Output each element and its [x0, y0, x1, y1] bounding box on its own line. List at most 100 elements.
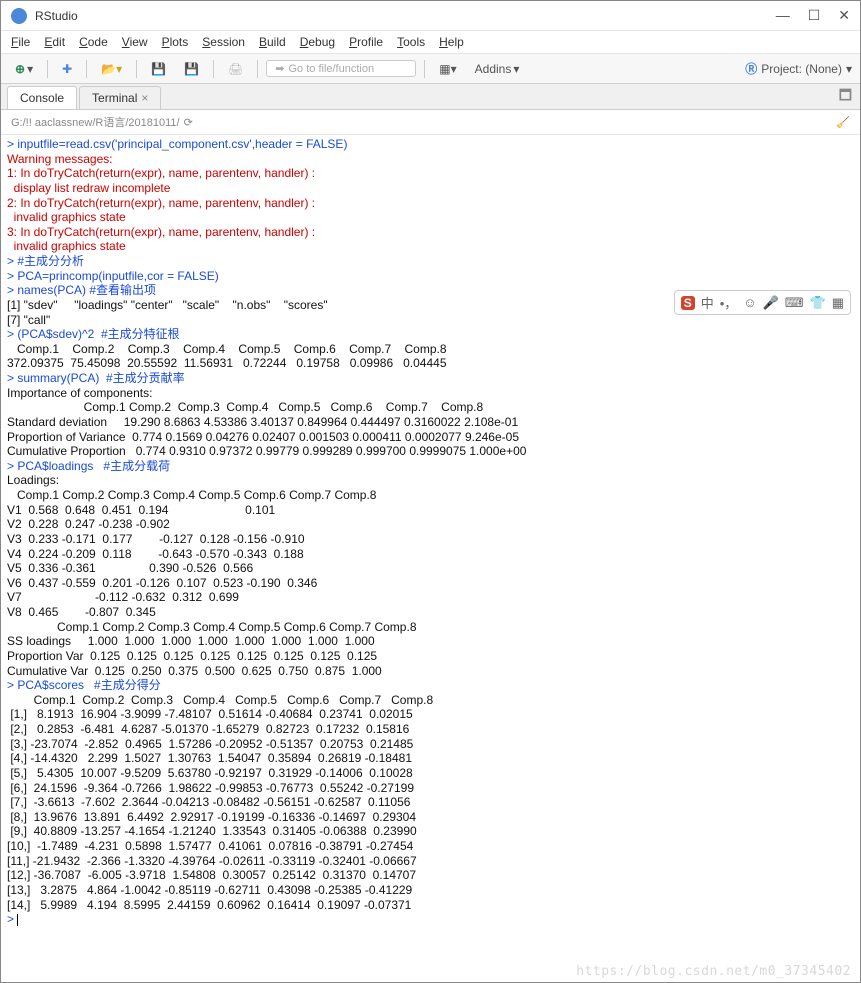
panel-tabs: Console Terminal× 🗖: [1, 84, 860, 110]
console-line: Proportion Var 0.125 0.125 0.125 0.125 0…: [7, 649, 854, 664]
console-line: > (PCA$sdev)^2 #主成分特征根: [7, 327, 854, 342]
console-line: [9,] 40.8809 -13.257 -4.1654 -1.21240 1.…: [7, 824, 854, 839]
ime-mic-icon[interactable]: 🎤: [763, 295, 779, 311]
console-line: Comp.1 Comp.2 Comp.3 Comp.4 Comp.5 Comp.…: [7, 693, 854, 708]
menu-session[interactable]: Session: [202, 35, 245, 49]
save-all-button[interactable]: 💾: [178, 60, 205, 78]
save-button[interactable]: 💾: [145, 60, 172, 78]
new-project-button[interactable]: ✚: [56, 60, 78, 78]
console-line: [13,] 3.2875 4.864 -1.0042 -0.85119 -0.6…: [7, 883, 854, 898]
divider: [213, 60, 214, 78]
open-button[interactable]: 📂▾: [95, 60, 128, 78]
console-line: display list redraw incomplete: [7, 181, 854, 196]
menu-edit[interactable]: Edit: [44, 35, 65, 49]
pane-maximize-icon[interactable]: 🗖: [839, 85, 852, 109]
print-button[interactable]: 🖨: [222, 60, 249, 78]
menu-code[interactable]: Code: [79, 35, 108, 49]
tab-terminal[interactable]: Terminal×: [79, 86, 161, 109]
maximize-button[interactable]: ☐: [808, 7, 821, 24]
sogou-icon: S: [681, 296, 695, 310]
console-line: 3: In doTryCatch(return(expr), name, par…: [7, 225, 854, 240]
console-line: > #主成分分析: [7, 254, 854, 269]
console-line: Cumulative Var 0.125 0.250 0.375 0.500 0…: [7, 664, 854, 679]
console-line: [6,] 24.1596 -9.364 -0.7266 1.98622 -0.9…: [7, 781, 854, 796]
console-line: Cumulative Proportion 0.774 0.9310 0.973…: [7, 444, 854, 459]
console-line: [5,] 5.4305 10.007 -9.5209 5.63780 -0.92…: [7, 766, 854, 781]
menu-help[interactable]: Help: [439, 35, 464, 49]
menu-plots[interactable]: Plots: [162, 35, 189, 49]
menu-debug[interactable]: Debug: [300, 35, 335, 49]
console-line: > PCA$scores #主成分得分: [7, 678, 854, 693]
console-line: [14,] 5.9989 4.194 8.5995 2.44159 0.6096…: [7, 898, 854, 913]
console-line: V7 -0.112 -0.632 0.312 0.699: [7, 590, 854, 605]
tab-console[interactable]: Console: [7, 86, 77, 109]
goto-placeholder: Go to file/function: [288, 63, 374, 75]
divider: [257, 60, 258, 78]
console-output[interactable]: > inputfile=read.csv('principal_componen…: [1, 135, 860, 933]
r-icon: Ⓡ: [745, 60, 757, 77]
console-line: Comp.1 Comp.2 Comp.3 Comp.4 Comp.5 Comp.…: [7, 342, 854, 357]
console-line: SS loadings 1.000 1.000 1.000 1.000 1.00…: [7, 634, 854, 649]
ime-grid-icon[interactable]: ▦: [832, 295, 844, 311]
ime-lang[interactable]: 中: [701, 293, 714, 312]
console-line: V8 0.465 -0.807 0.345: [7, 605, 854, 620]
project-menu[interactable]: Ⓡ Project: (None) ▾: [745, 60, 852, 77]
menu-view[interactable]: View: [122, 35, 148, 49]
menu-file[interactable]: File: [11, 35, 30, 49]
divider: [86, 60, 87, 78]
console-line: [8,] 13.9676 13.891 6.4492 2.92917 -0.19…: [7, 810, 854, 825]
window-title: RStudio: [35, 9, 776, 23]
ime-keyboard-icon[interactable]: ⌨: [785, 295, 804, 311]
console-line: V2 0.228 0.247 -0.238 -0.902: [7, 517, 854, 532]
console-line: Comp.1 Comp.2 Comp.3 Comp.4 Comp.5 Comp.…: [7, 620, 854, 635]
close-button[interactable]: ✕: [838, 7, 850, 24]
console-line: V4 0.224 -0.209 0.118 -0.643 -0.570 -0.3…: [7, 547, 854, 562]
new-file-button[interactable]: ⊕▾: [9, 60, 39, 78]
divider: [47, 60, 48, 78]
console-line: [1,] 8.1913 16.904 -3.9099 -7.48107 0.51…: [7, 707, 854, 722]
menu-tools[interactable]: Tools: [397, 35, 425, 49]
console-line: V6 0.437 -0.559 0.201 -0.126 0.107 0.523…: [7, 576, 854, 591]
watermark: https://blog.csdn.net/m0_37345402: [576, 964, 851, 979]
arrow-icon: ➡: [275, 62, 284, 75]
console-line: 1: In doTryCatch(return(expr), name, par…: [7, 166, 854, 181]
grid-button[interactable]: ▦▾: [433, 60, 462, 78]
console-line: [4,] -14.4320 2.299 1.5027 1.30763 1.540…: [7, 751, 854, 766]
ime-punct-icon[interactable]: •，: [720, 293, 738, 312]
console-line: [7,] -3.6613 -7.602 2.3644 -0.04213 -0.0…: [7, 795, 854, 810]
close-icon[interactable]: ×: [141, 91, 148, 105]
console-line: [11,] -21.9432 -2.366 -1.3320 -4.39764 -…: [7, 854, 854, 869]
cursor: [17, 914, 18, 926]
ime-skin-icon[interactable]: 👕: [810, 295, 826, 311]
console-line: invalid graphics state: [7, 210, 854, 225]
menu-build[interactable]: Build: [259, 35, 286, 49]
console-path-bar: G:/!! aaclassnew/R语言/20181011/ ⟳ 🧹: [1, 110, 860, 135]
divider: [136, 60, 137, 78]
console-line: > PCA=princomp(inputfile,cor = FALSE): [7, 269, 854, 284]
console-line: [2,] 0.2853 -6.481 4.6287 -5.01370 -1.65…: [7, 722, 854, 737]
console-line: >: [7, 912, 854, 927]
toolbar: ⊕▾ ✚ 📂▾ 💾 💾 🖨 ➡ Go to file/function ▦▾ A…: [1, 54, 860, 84]
clear-console-icon[interactable]: 🧹: [836, 116, 850, 129]
menu-profile[interactable]: Profile: [349, 35, 383, 49]
console-line: Proportion of Variance 0.774 0.1569 0.04…: [7, 430, 854, 445]
divider: [424, 60, 425, 78]
console-line: Importance of components:: [7, 386, 854, 401]
console-line: 2: In doTryCatch(return(expr), name, par…: [7, 196, 854, 211]
console-line: V5 0.336 -0.361 0.390 -0.526 0.566: [7, 561, 854, 576]
console-line: > PCA$loadings #主成分载荷: [7, 459, 854, 474]
minimize-button[interactable]: —: [776, 7, 790, 24]
console-line: Warning messages:: [7, 152, 854, 167]
rstudio-icon: [11, 8, 27, 24]
project-label: Project: (None): [761, 62, 842, 76]
ime-face-icon[interactable]: ☺: [743, 295, 756, 310]
console-line: > inputfile=read.csv('principal_componen…: [7, 137, 854, 152]
refresh-icon[interactable]: ⟳: [184, 116, 193, 129]
console-line: invalid graphics state: [7, 239, 854, 254]
ime-toolbar[interactable]: S 中 •， ☺ 🎤 ⌨ 👕 ▦: [674, 290, 851, 315]
addins-button[interactable]: Addins ▾: [469, 60, 526, 78]
console-line: > summary(PCA) #主成分贡献率: [7, 371, 854, 386]
goto-file-input[interactable]: ➡ Go to file/function: [266, 60, 416, 77]
console-line: Comp.1 Comp.2 Comp.3 Comp.4 Comp.5 Comp.…: [7, 488, 854, 503]
console-line: Comp.1 Comp.2 Comp.3 Comp.4 Comp.5 Comp.…: [7, 400, 854, 415]
